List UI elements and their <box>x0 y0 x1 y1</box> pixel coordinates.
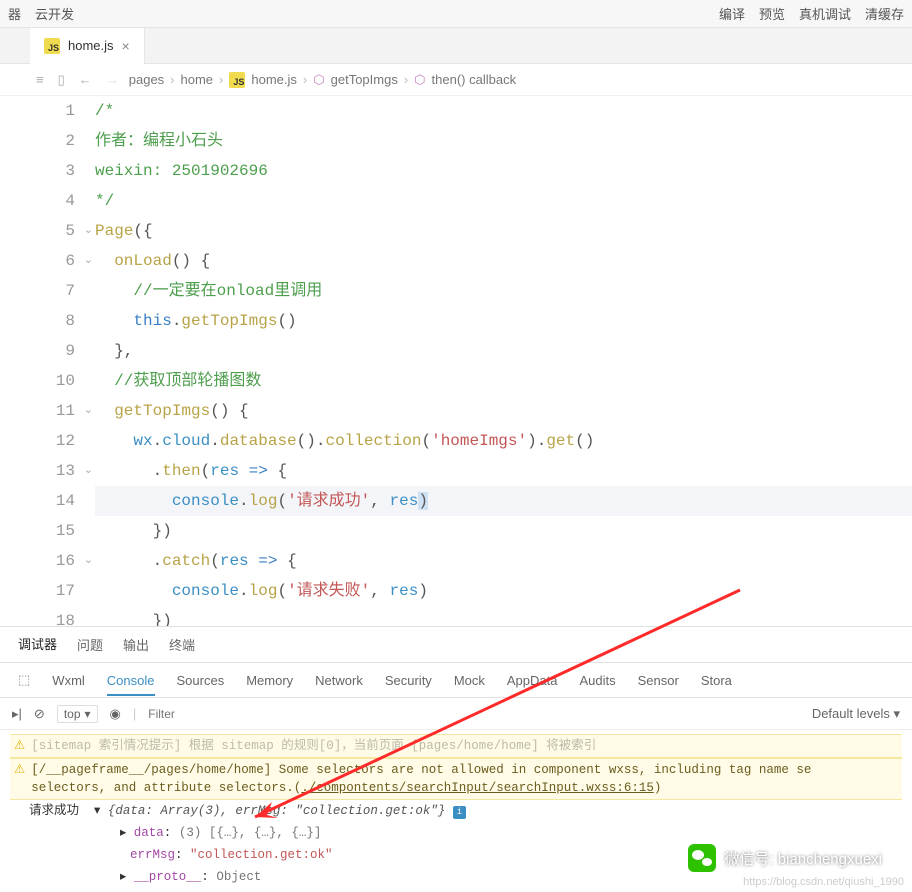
method-icon: ⬡ <box>313 72 324 88</box>
devtab-memory[interactable]: Memory <box>246 673 293 688</box>
file-tab-label: home.js <box>68 38 114 53</box>
warning-icon: ⚠ <box>14 737 25 755</box>
inspect-icon[interactable]: ⬚ <box>18 672 30 688</box>
devtab-sources[interactable]: Sources <box>177 673 225 688</box>
source-link[interactable]: ./compontents/searchInput/searchInput.wx… <box>301 781 654 795</box>
crumb[interactable]: home <box>181 72 214 87</box>
console-expanded-prop[interactable]: ▸ data: (3) [{…}, {…}, {…}] <box>10 822 902 844</box>
chevron-down-icon: ▾ <box>85 707 91 721</box>
devtab-storage[interactable]: Stora <box>701 673 732 688</box>
console-log[interactable]: 请求成功 ▾ {data: Array(3), errMsg: "collect… <box>10 800 902 822</box>
levels-select[interactable]: Default levels ▾ <box>812 706 900 722</box>
console-warning: ⚠ [/__pageframe__/pages/home/home] Some … <box>10 758 902 800</box>
eye-icon[interactable]: ◉ <box>110 706 121 722</box>
devtab-mock[interactable]: Mock <box>454 673 485 688</box>
top-menu: 器 云开发 编译 预览 真机调试 清缓存 <box>0 0 912 28</box>
list-icon[interactable]: ≡ <box>36 72 44 88</box>
menu-item-cloud[interactable]: 云开发 <box>35 4 74 23</box>
line-gutter: 12345⌄6⌄7891011⌄1213⌄141516⌄1718 <box>0 96 95 626</box>
devtab-appdata[interactable]: AppData <box>507 673 558 688</box>
panel-tab-output[interactable]: 输出 <box>123 635 149 654</box>
menu-item-clear-cache[interactable]: 清缓存 <box>865 4 904 23</box>
code-area[interactable]: /*作者：编程小石头weixin: 2501902696*/Page({ onL… <box>95 96 912 626</box>
watermark: 微信号: bianchengxuexi <box>688 844 882 872</box>
forward-icon[interactable]: → <box>106 72 119 88</box>
devtab-console[interactable]: Console <box>107 673 155 696</box>
menu-item-remote-debug[interactable]: 真机调试 <box>799 4 851 23</box>
crumb[interactable]: home.js <box>251 72 297 87</box>
devtab-wxml[interactable]: Wxml <box>52 673 85 688</box>
js-file-icon: JS <box>229 72 245 88</box>
clear-console-icon[interactable]: ⊘ <box>34 706 45 722</box>
panel-tab-problems[interactable]: 问题 <box>77 635 103 654</box>
warning-icon: ⚠ <box>14 761 25 797</box>
editor-tabbar: JS home.js × <box>0 28 912 64</box>
menu-item-preview[interactable]: 预览 <box>759 4 785 23</box>
console-toolbar: ▸| ⊘ top ▾ ◉ | Default levels ▾ <box>0 698 912 730</box>
devtab-audits[interactable]: Audits <box>579 673 615 688</box>
close-tab-icon[interactable]: × <box>122 38 130 54</box>
menu-item-device[interactable]: 器 <box>8 4 21 23</box>
devtools-tabs: ⬚ Wxml Console Sources Memory Network Se… <box>0 662 912 698</box>
crumb[interactable]: then() callback <box>432 72 517 87</box>
wechat-icon <box>688 844 716 872</box>
code-editor[interactable]: 12345⌄6⌄7891011⌄1213⌄141516⌄1718 /*作者：编程… <box>0 96 912 626</box>
info-icon: i <box>453 806 466 819</box>
breadcrumb: ≡ ▯ ← → pages› home› JS home.js› ⬡ getTo… <box>0 64 912 96</box>
js-file-icon: JS <box>44 38 60 54</box>
devtab-network[interactable]: Network <box>315 673 363 688</box>
crumb[interactable]: pages <box>129 72 164 87</box>
file-tab[interactable]: JS home.js × <box>30 28 145 64</box>
crumb[interactable]: getTopImgs <box>331 72 398 87</box>
panel-tabs: 调试器 问题 输出 终端 <box>0 626 912 662</box>
toggle-sidebar-icon[interactable]: ▸| <box>12 706 22 722</box>
panel-tab-debugger[interactable]: 调试器 <box>18 634 57 655</box>
back-icon[interactable]: ← <box>79 72 92 88</box>
devtab-security[interactable]: Security <box>385 673 432 688</box>
filter-input[interactable] <box>148 707 328 721</box>
menu-item-compile[interactable]: 编译 <box>719 4 745 23</box>
console-warning: ⚠ [sitemap 索引情况提示] 根据 sitemap 的规则[0]，当前页… <box>10 734 902 758</box>
url-watermark: https://blog.csdn.net/qiushi_1990 <box>743 876 904 888</box>
devtab-sensor[interactable]: Sensor <box>638 673 679 688</box>
panel-tab-terminal[interactable]: 终端 <box>169 635 195 654</box>
context-select[interactable]: top ▾ <box>57 705 98 723</box>
bookmark-icon[interactable]: ▯ <box>58 72 65 88</box>
method-icon: ⬡ <box>414 72 425 88</box>
